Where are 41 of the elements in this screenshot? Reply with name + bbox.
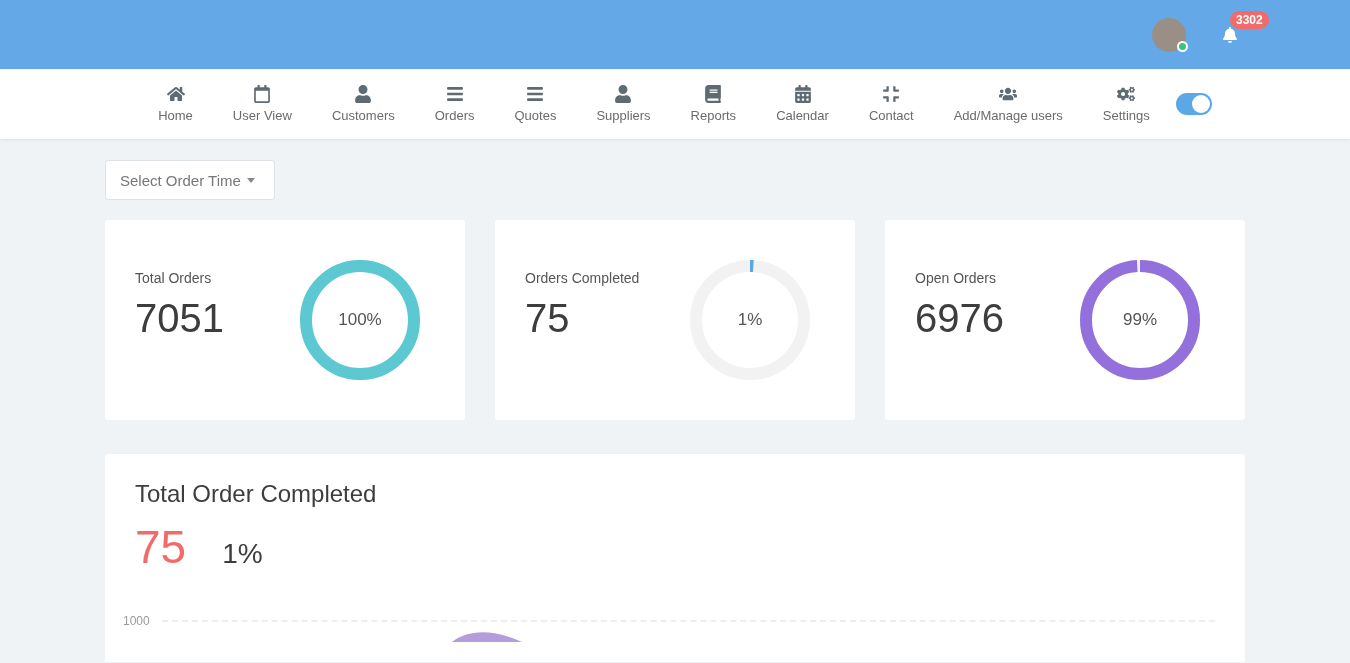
completed-count: 75 (135, 520, 187, 574)
stat-value: 6976 (915, 295, 1004, 341)
nav-item[interactable]: Reports (670, 85, 757, 123)
toggle-switch[interactable] (1175, 93, 1212, 115)
stat-title: Total Orders (135, 269, 213, 286)
calendar-icon (253, 85, 272, 103)
stat-title: Open Orders (915, 269, 997, 286)
stat-value: 7051 (135, 295, 224, 341)
nav-item[interactable]: Orders (414, 85, 495, 123)
axis-tick-label: 1000 (123, 614, 150, 628)
book-icon (704, 85, 723, 103)
bell-icon[interactable] (1222, 26, 1238, 43)
completed-percent: 1% (222, 538, 263, 570)
calendar-icon (793, 85, 812, 103)
menu-icon (445, 85, 464, 103)
avatar[interactable] (1152, 17, 1186, 52)
menu-icon (526, 85, 545, 103)
home-icon (166, 85, 185, 103)
notification-badge: 3302 (1230, 10, 1269, 29)
nav-item[interactable]: Calendar (756, 85, 849, 123)
summary-title: Total Order Completed (135, 480, 378, 508)
percent-label: 99% (1123, 310, 1157, 330)
settings-icon (1117, 85, 1136, 103)
percent-label: 1% (737, 310, 763, 330)
nav-item[interactable]: Settings (1082, 85, 1170, 123)
nav-item[interactable]: Add/Manage users (933, 85, 1083, 123)
nav-item[interactable]: Suppliers (576, 85, 671, 123)
person-icon (614, 85, 633, 103)
percent-label: 100% (338, 310, 382, 330)
nav-item[interactable]: Customers (311, 85, 415, 123)
nav-item[interactable]: User View (212, 85, 312, 123)
stat-title: Orders Completed (525, 269, 640, 286)
group-icon (999, 85, 1018, 103)
caret-icon (246, 177, 255, 183)
compress-icon (882, 85, 901, 103)
nav-item[interactable]: Quotes (494, 85, 577, 123)
order-time-dropdown[interactable]: Select Order Time (105, 160, 275, 200)
person-icon (354, 85, 373, 103)
nav-item[interactable]: Home (138, 85, 213, 123)
stat-value: 75 (525, 295, 571, 341)
nav-item[interactable]: Contact (848, 85, 934, 123)
